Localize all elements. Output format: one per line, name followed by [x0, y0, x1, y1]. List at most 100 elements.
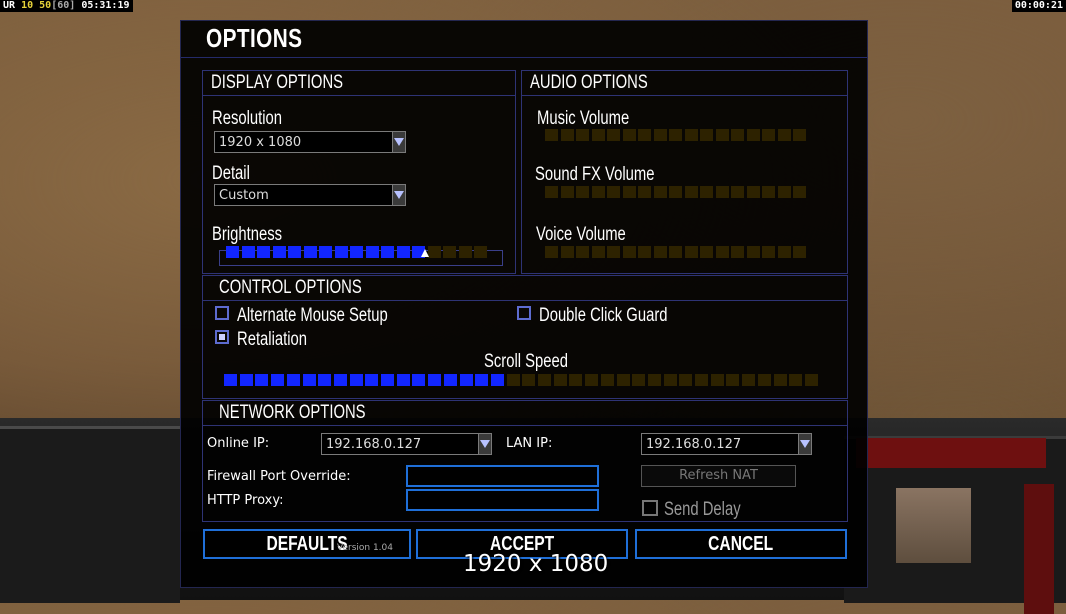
slider-segment — [600, 374, 614, 386]
chevron-down-icon[interactable] — [392, 132, 405, 152]
slider-segment — [333, 374, 347, 386]
retaliation-label: Retaliation — [237, 329, 308, 350]
slider-segment — [746, 129, 760, 141]
slider-segment — [804, 374, 818, 386]
version-label: Version 1.04 — [337, 543, 393, 553]
slider-segment — [271, 374, 285, 386]
slider-segment — [700, 129, 713, 141]
resolution-overlay-text: 1920 x 1080 — [463, 551, 609, 577]
resolution-value: 1920 x 1080 — [219, 135, 302, 150]
hud-game-timer: 00:00:21 — [1011, 0, 1066, 12]
voice-volume-slider[interactable] — [545, 246, 815, 260]
slider-segment — [224, 374, 237, 386]
hud-value-b: 50 — [39, 0, 52, 11]
slider-segment — [334, 246, 348, 258]
slider-segment — [458, 246, 472, 258]
slider-segment — [715, 246, 729, 258]
control-options-title: CONTROL OPTIONS — [219, 277, 362, 298]
chevron-down-icon[interactable] — [392, 185, 405, 205]
slider-segment — [522, 374, 536, 386]
slider-segment — [710, 374, 724, 386]
online-ip-label: Online IP: — [207, 436, 270, 451]
slider-segment — [428, 374, 442, 386]
radar-panel — [0, 426, 180, 603]
slider-segment — [663, 374, 677, 386]
display-options-header: DISPLAY OPTIONS — [203, 71, 515, 96]
alternate-mouse-label: Alternate Mouse Setup — [237, 305, 388, 326]
chevron-down-icon[interactable] — [798, 434, 811, 454]
slider-segment — [239, 374, 253, 386]
slider-segment — [622, 129, 636, 141]
slider-segment — [560, 129, 574, 141]
control-options-header: CONTROL OPTIONS — [203, 276, 847, 301]
refresh-nat-button[interactable]: Refresh NAT — [641, 465, 796, 487]
audio-options-section: AUDIO OPTIONS Music Volume Sound FX Volu… — [521, 70, 848, 274]
brightness-slider[interactable] — [226, 246, 496, 260]
hud-value-c: [60] — [51, 0, 76, 11]
slider-segment — [381, 374, 394, 386]
firewall-port-label: Firewall Port Override: — [207, 469, 351, 484]
slider-segment — [607, 129, 620, 141]
http-proxy-label: HTTP Proxy: — [207, 493, 284, 508]
retaliation-checkbox[interactable] — [215, 330, 229, 344]
slider-segment — [793, 246, 806, 258]
slider-segment — [350, 246, 363, 258]
scroll-speed-slider[interactable] — [224, 374, 834, 388]
slider-segment — [226, 246, 239, 258]
slider-segment — [318, 374, 332, 386]
slider-segment — [616, 374, 630, 386]
slider-segment — [255, 374, 269, 386]
slider-segment — [669, 129, 682, 141]
firewall-port-input[interactable] — [406, 465, 599, 487]
send-delay-label: Send Delay — [664, 499, 741, 520]
network-options-header: NETWORK OPTIONS — [203, 401, 847, 426]
slider-segment — [443, 374, 457, 386]
lan-ip-label: LAN IP: — [506, 436, 553, 451]
slider-segment — [622, 186, 636, 198]
control-options-section: CONTROL OPTIONS Alternate Mouse Setup Do… — [202, 275, 848, 399]
slider-segment — [789, 374, 803, 386]
alternate-mouse-checkbox[interactable] — [215, 306, 229, 320]
slider-segment — [684, 246, 698, 258]
resolution-label: Resolution — [212, 108, 283, 129]
send-delay-checkbox[interactable] — [642, 500, 658, 516]
music-volume-slider[interactable] — [545, 129, 815, 143]
slider-segment — [653, 246, 667, 258]
slider-segment — [695, 374, 708, 386]
detail-dropdown[interactable]: Custom — [214, 184, 406, 206]
brightness-thumb-icon[interactable] — [420, 249, 429, 257]
slider-segment — [742, 374, 756, 386]
build-thumbnail — [896, 488, 971, 563]
slider-segment — [459, 374, 473, 386]
slider-segment — [545, 186, 558, 198]
sound-fx-volume-label: Sound FX Volume — [535, 164, 655, 185]
slider-segment — [607, 186, 620, 198]
slider-segment — [684, 186, 698, 198]
slider-segment — [585, 374, 599, 386]
lan-ip-dropdown[interactable]: 192.168.0.127 — [641, 433, 812, 455]
slider-segment — [793, 129, 806, 141]
slider-segment — [349, 374, 363, 386]
http-proxy-input[interactable] — [406, 489, 599, 511]
slider-segment — [684, 129, 698, 141]
double-click-guard-checkbox[interactable] — [517, 306, 531, 320]
cancel-button-label: CANCEL — [708, 533, 774, 555]
slider-segment — [560, 246, 574, 258]
online-ip-dropdown[interactable]: 192.168.0.127 — [321, 433, 492, 455]
slider-segment — [632, 374, 646, 386]
sound-fx-volume-slider[interactable] — [545, 186, 815, 200]
slider-segment — [607, 246, 620, 258]
slider-segment — [365, 374, 379, 386]
slider-segment — [553, 374, 567, 386]
chevron-down-icon[interactable] — [478, 434, 491, 454]
double-click-guard-label: Double Click Guard — [539, 305, 668, 326]
slider-segment — [638, 186, 651, 198]
hud-value-a: 10 — [21, 0, 34, 11]
slider-segment — [638, 129, 651, 141]
slider-segment — [365, 246, 379, 258]
slider-segment — [715, 129, 729, 141]
detail-label: Detail — [212, 163, 250, 184]
slider-segment — [679, 374, 693, 386]
resolution-dropdown[interactable]: 1920 x 1080 — [214, 131, 406, 153]
cancel-button[interactable]: CANCEL — [635, 529, 847, 559]
